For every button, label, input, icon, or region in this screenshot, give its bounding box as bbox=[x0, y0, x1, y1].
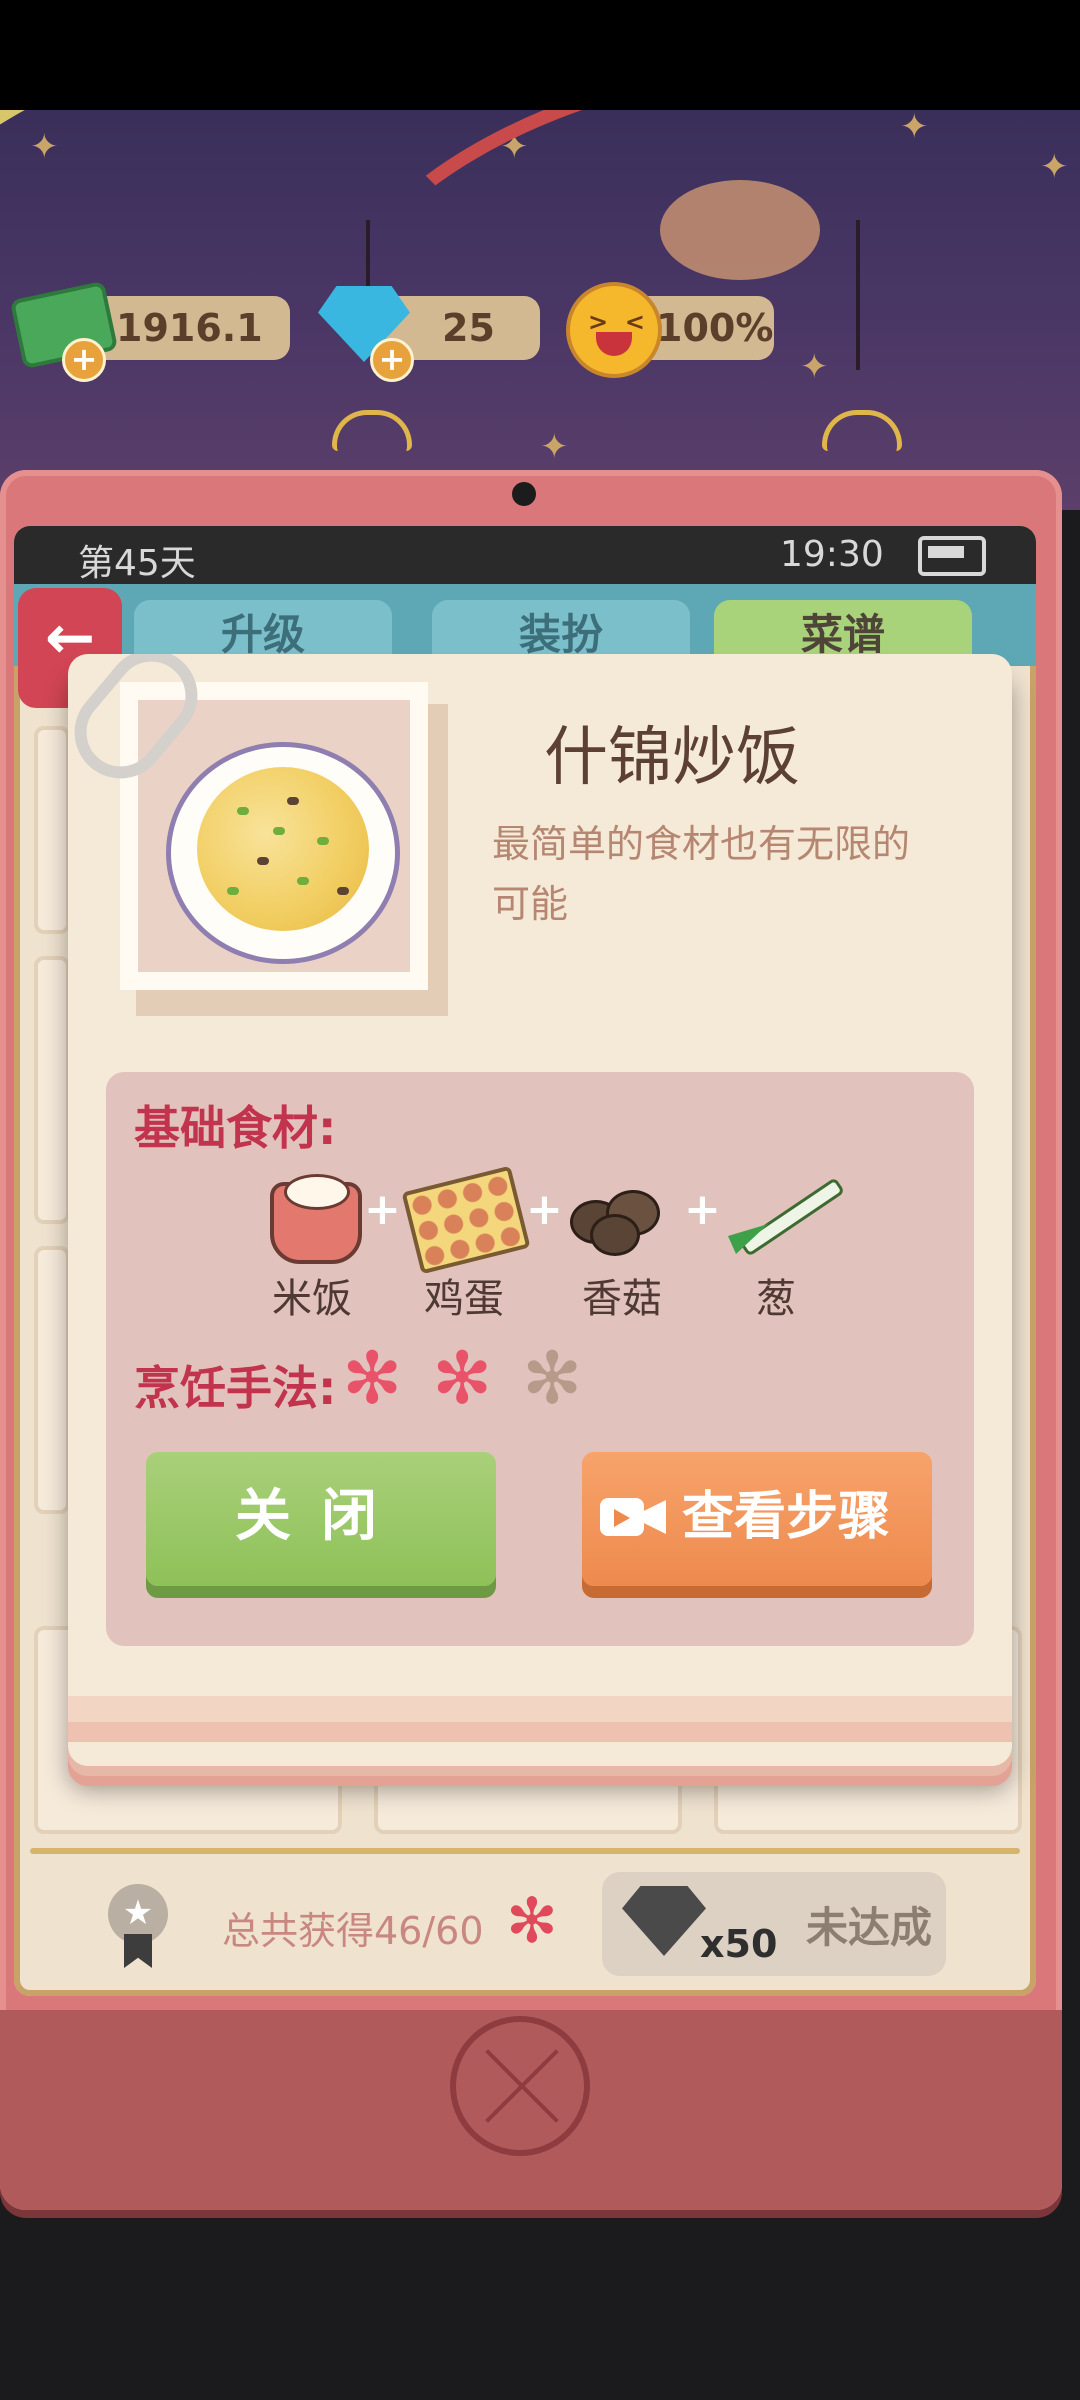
flower-filled-icon: ✻ bbox=[432, 1336, 493, 1420]
close-button[interactable]: 关闭 bbox=[146, 1452, 496, 1586]
cash-value: 1916.1 bbox=[116, 306, 263, 350]
cash-display[interactable]: 1916.1 bbox=[86, 296, 290, 360]
ingredients-label: 基础食材: bbox=[134, 1101, 337, 1155]
reward-status: 未达成 bbox=[806, 1903, 933, 1952]
dish-name: 什锦炒饭 bbox=[544, 721, 800, 795]
add-cash-button[interactable]: + bbox=[62, 338, 106, 382]
egg-tray-icon bbox=[401, 1165, 531, 1275]
recipe-details-panel: 基础食材: + + + 米饭 鸡蛋 香菇 葱 烹饪手法: ✻ ✻ ✻ 关闭 查看… bbox=[106, 1072, 974, 1646]
plus-sign: + bbox=[364, 1184, 401, 1235]
day-counter: 第45天 bbox=[78, 543, 196, 584]
reward-count: x50 bbox=[700, 1922, 778, 1966]
dish-description: 最简单的食材也有无限的可能 bbox=[492, 822, 911, 926]
camera-dot bbox=[512, 482, 536, 506]
happy-face-icon: > < bbox=[566, 282, 662, 378]
video-camera-icon bbox=[600, 1492, 666, 1542]
view-steps-label: 查看步骤 bbox=[682, 1487, 891, 1547]
method-label: 烹饪手法: bbox=[134, 1361, 337, 1415]
lantern-cord bbox=[856, 220, 860, 370]
clock: 19:30 bbox=[780, 534, 884, 575]
plus-sign: + bbox=[526, 1184, 563, 1235]
close-x-button[interactable] bbox=[450, 2016, 590, 2156]
total-progress: 总共获得46/60 bbox=[222, 1909, 484, 1953]
ingredient-name: 鸡蛋 bbox=[424, 1276, 504, 1322]
rice-cooker-icon bbox=[262, 1168, 362, 1264]
ingredient-name: 米饭 bbox=[272, 1276, 352, 1322]
scallion-icon bbox=[724, 1168, 846, 1264]
flower-icon: ✻ bbox=[506, 1884, 558, 1957]
phone-status-bar: 第45天 19:30 bbox=[14, 526, 1036, 584]
battery-icon bbox=[918, 536, 986, 576]
ingredient-name: 香菇 bbox=[582, 1276, 662, 1322]
dialog-edge bbox=[68, 1696, 1012, 1722]
recipe-card bbox=[34, 956, 70, 1224]
add-gems-button[interactable]: + bbox=[370, 338, 414, 382]
mushroom-icon bbox=[566, 1168, 666, 1264]
plus-sign: + bbox=[684, 1184, 721, 1235]
system-top-bar bbox=[0, 0, 1080, 110]
recipe-card bbox=[34, 1246, 70, 1514]
recipe-dialog: 什锦炒饭 最简单的食材也有无限的可能 基础食材: + + + 米饭 鸡蛋 香菇 … bbox=[68, 654, 1012, 1766]
dialog-edge bbox=[68, 1722, 1012, 1742]
divider bbox=[30, 1848, 1020, 1854]
view-steps-button[interactable]: 查看步骤 bbox=[582, 1452, 932, 1586]
flower-filled-icon: ✻ bbox=[342, 1336, 403, 1420]
flower-empty-icon: ✻ bbox=[522, 1336, 583, 1420]
recipe-card bbox=[34, 726, 70, 934]
gem-value: 25 bbox=[442, 306, 495, 350]
satisfaction-value: 100% bbox=[656, 306, 774, 350]
ingredient-name: 葱 bbox=[756, 1276, 796, 1322]
